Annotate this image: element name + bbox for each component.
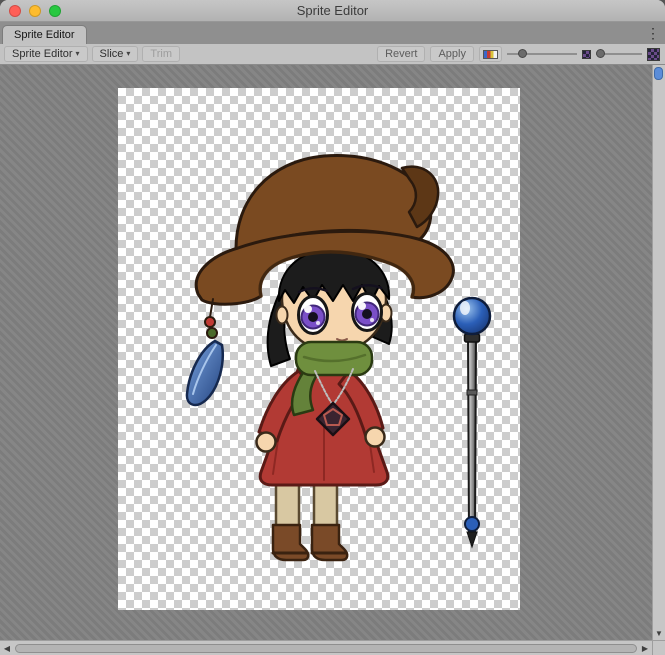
revert-label: Revert [385,48,417,60]
right-hand [366,428,385,447]
left-eye [299,297,328,334]
vertical-scrollbar-thumb[interactable] [654,67,663,80]
toolbar: Sprite Editor ▾ Slice ▾ Trim Revert Appl… [0,44,665,65]
scrollbar-corner [652,640,665,655]
sprite-editor-window: Sprite Editor Sprite Editor ⋮ Sprite Edi… [0,0,665,655]
horizontal-scrollbar[interactable]: ◀ ▶ [0,640,652,655]
zoom-slider[interactable] [507,46,577,62]
legs-and-boots [273,476,347,560]
green-bead [207,328,217,338]
rgb-channels-icon [483,50,498,59]
fullscreen-button[interactable] [49,5,61,17]
scroll-left-arrow-icon[interactable]: ◀ [0,644,14,653]
staff-orb [454,298,490,334]
sprite-editor-mode-label: Sprite Editor [12,48,73,60]
tab-strip: Sprite Editor ⋮ [0,22,665,44]
left-hand [257,433,276,452]
mip-level-low-icon [582,50,591,59]
vertical-scrollbar[interactable]: ▼ [652,65,665,640]
horizontal-scrollbar-thumb[interactable] [15,644,637,653]
chevron-down-icon: ▾ [126,50,130,58]
window-title: Sprite Editor [0,3,665,18]
left-ear [277,307,288,324]
minimize-button[interactable] [29,5,41,17]
staff-gem [465,517,479,531]
tab-label: Sprite Editor [14,29,75,41]
character-sprite [187,156,453,560]
hat-feather-charm [187,299,223,405]
slice-label: Slice [100,48,124,60]
tab-sprite-editor[interactable]: Sprite Editor [2,25,87,44]
apply-label: Apply [438,48,466,60]
texture-checkerboard[interactable] [118,88,520,610]
traffic-lights [0,5,61,17]
mip-slider-thumb[interactable] [596,49,605,58]
right-eye [353,294,382,331]
slice-dropdown[interactable]: Slice ▾ [92,46,139,62]
toolbar-right-group: Revert Apply [377,46,665,62]
red-bead [205,317,215,327]
titlebar[interactable]: Sprite Editor [0,0,665,22]
zoom-slider-thumb[interactable] [518,49,527,58]
chevron-down-icon: ▾ [76,50,80,58]
close-button[interactable] [9,5,21,17]
apply-button[interactable]: Apply [430,46,474,62]
sprite-texture-image [118,88,520,610]
scroll-down-arrow-icon[interactable]: ▼ [653,629,665,638]
sprite-canvas[interactable] [0,65,652,640]
mip-level-high-icon [647,48,660,61]
scroll-right-arrow-icon[interactable]: ▶ [638,644,652,653]
staff-sprite [454,298,490,547]
trim-label: Trim [150,48,172,60]
tab-overflow-menu-icon[interactable]: ⋮ [644,25,662,42]
mip-slider[interactable] [596,46,642,62]
blue-feather [187,341,223,405]
sprite-editor-mode-dropdown[interactable]: Sprite Editor ▾ [4,46,88,62]
color-channels-button[interactable] [479,46,502,62]
trim-button[interactable]: Trim [142,46,180,62]
revert-button[interactable]: Revert [377,46,425,62]
